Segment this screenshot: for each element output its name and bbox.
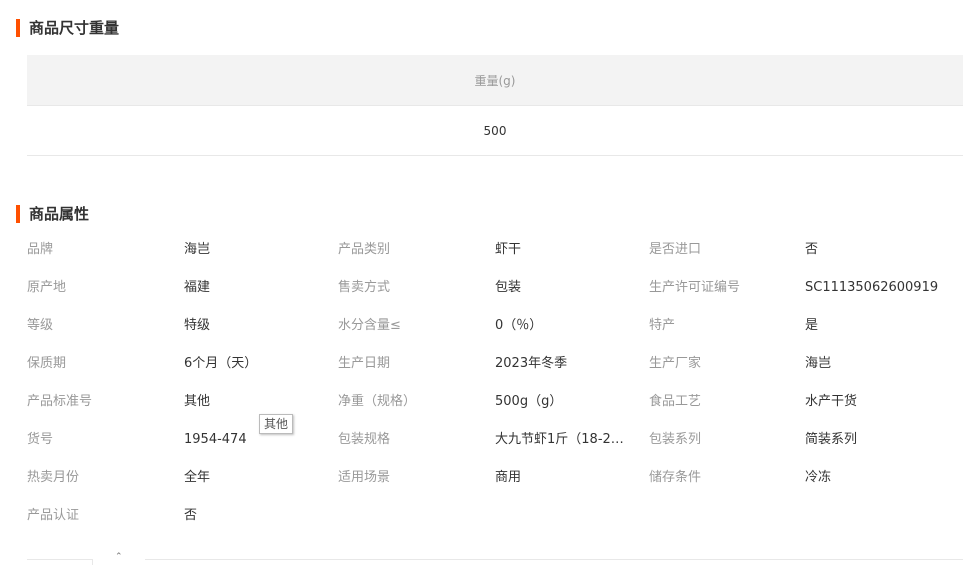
attr-row: 产品标准号 其他 净重（规格） 500g（g） 食品工艺 水产干货 — [27, 383, 963, 421]
attr-row: 保质期 6个月（天） 生产日期 2023年冬季 生产厂家 海岂 — [27, 345, 963, 383]
attr-value-package-series: 简装系列 — [805, 432, 858, 447]
attr-row: 产品认证 否 — [27, 497, 963, 535]
attr-label-scenario: 适用场景 — [338, 470, 391, 485]
attr-value-grade: 特级 — [184, 318, 211, 333]
attr-value-license-number: SC11135062600919 — [805, 280, 939, 295]
attr-label-production-date: 生产日期 — [338, 356, 391, 371]
attr-row: 等级 特级 水分含量≤ 0（％） 特产 是 — [27, 307, 963, 345]
attr-value-moisture: 0（％） — [495, 318, 543, 333]
attr-label-imported: 是否进口 — [649, 242, 702, 257]
attr-value-shelf-life: 6个月（天） — [184, 356, 258, 371]
attr-value-process: 水产干货 — [805, 394, 858, 409]
attr-label-package-spec: 包装规格 — [338, 432, 391, 447]
attr-row: 品牌 海岂 产品类别 虾干 是否进口 否 — [27, 231, 963, 269]
attr-label-moisture: 水分含量≤ — [338, 318, 401, 333]
caret-up-icon[interactable]: ⌃ — [115, 553, 123, 562]
attr-value-sale-method: 包装 — [495, 280, 522, 295]
attr-value-brand: 海岂 — [184, 242, 211, 257]
attr-label-item-number: 货号 — [27, 432, 54, 447]
attr-value-storage: 冷冻 — [805, 470, 832, 485]
attr-label-specialty: 特产 — [649, 318, 676, 333]
attr-row: 原产地 福建 售卖方式 包装 生产许可证编号 SC11135062600919 — [27, 269, 963, 307]
attr-value-category: 虾干 — [495, 242, 522, 257]
attr-label-standard-number: 产品标准号 — [27, 394, 93, 409]
attr-value-certification: 否 — [184, 508, 198, 523]
attr-label-sale-method: 售卖方式 — [338, 280, 391, 295]
size-weight-table: 重量(g) 500 — [27, 55, 963, 156]
attr-label-storage: 储存条件 — [649, 470, 702, 485]
attr-label-origin: 原产地 — [27, 280, 67, 295]
divider — [145, 559, 963, 560]
attr-value-standard-number: 其他 — [184, 394, 211, 409]
attr-label-manufacturer: 生产厂家 — [649, 356, 702, 371]
table-cell-weight-value: 500 — [27, 106, 963, 156]
attr-label-process: 食品工艺 — [649, 394, 702, 409]
table-header-weight: 重量(g) — [27, 55, 963, 106]
attr-label-brand: 品牌 — [27, 242, 54, 257]
attr-value-scenario: 商用 — [495, 470, 522, 485]
attr-value-hot-months: 全年 — [184, 470, 211, 485]
attr-label-hot-months: 热卖月份 — [27, 470, 80, 485]
attr-value-package-spec: 大九节虾1斤（18-22... — [495, 432, 625, 447]
section-title-attributes: 商品属性 — [16, 205, 89, 223]
attr-value-item-number: 1954-474 — [184, 432, 247, 447]
section-title-size-weight: 商品尺寸重量 — [16, 19, 119, 37]
attr-label-license-number: 生产许可证编号 — [649, 280, 741, 295]
attributes-grid: 品牌 海岂 产品类别 虾干 是否进口 否 原产地 福建 售卖方式 包装 生产许可… — [27, 231, 963, 535]
attr-value-specialty: 是 — [805, 318, 819, 333]
tooltip: 其他 — [259, 414, 294, 434]
attr-label-category: 产品类别 — [338, 242, 391, 257]
attr-label-grade: 等级 — [27, 318, 54, 333]
attr-label-shelf-life: 保质期 — [27, 356, 67, 371]
attr-value-imported: 否 — [805, 242, 819, 257]
bottom-tab[interactable] — [27, 559, 93, 565]
attr-label-package-series: 包装系列 — [649, 432, 702, 447]
attr-value-manufacturer: 海岂 — [805, 356, 832, 371]
attr-row: 货号 1954-474 包装规格 大九节虾1斤（18-22... 包装系列 简装… — [27, 421, 963, 459]
attr-value-origin: 福建 — [184, 280, 211, 295]
attr-value-production-date: 2023年冬季 — [495, 356, 568, 371]
attr-row: 热卖月份 全年 适用场景 商用 储存条件 冷冻 — [27, 459, 963, 497]
attr-label-certification: 产品认证 — [27, 508, 80, 523]
attr-value-net-weight: 500g（g） — [495, 394, 563, 409]
attr-label-net-weight: 净重（规格） — [338, 394, 417, 409]
bottom-tab-bar: ⌃ — [27, 553, 963, 565]
